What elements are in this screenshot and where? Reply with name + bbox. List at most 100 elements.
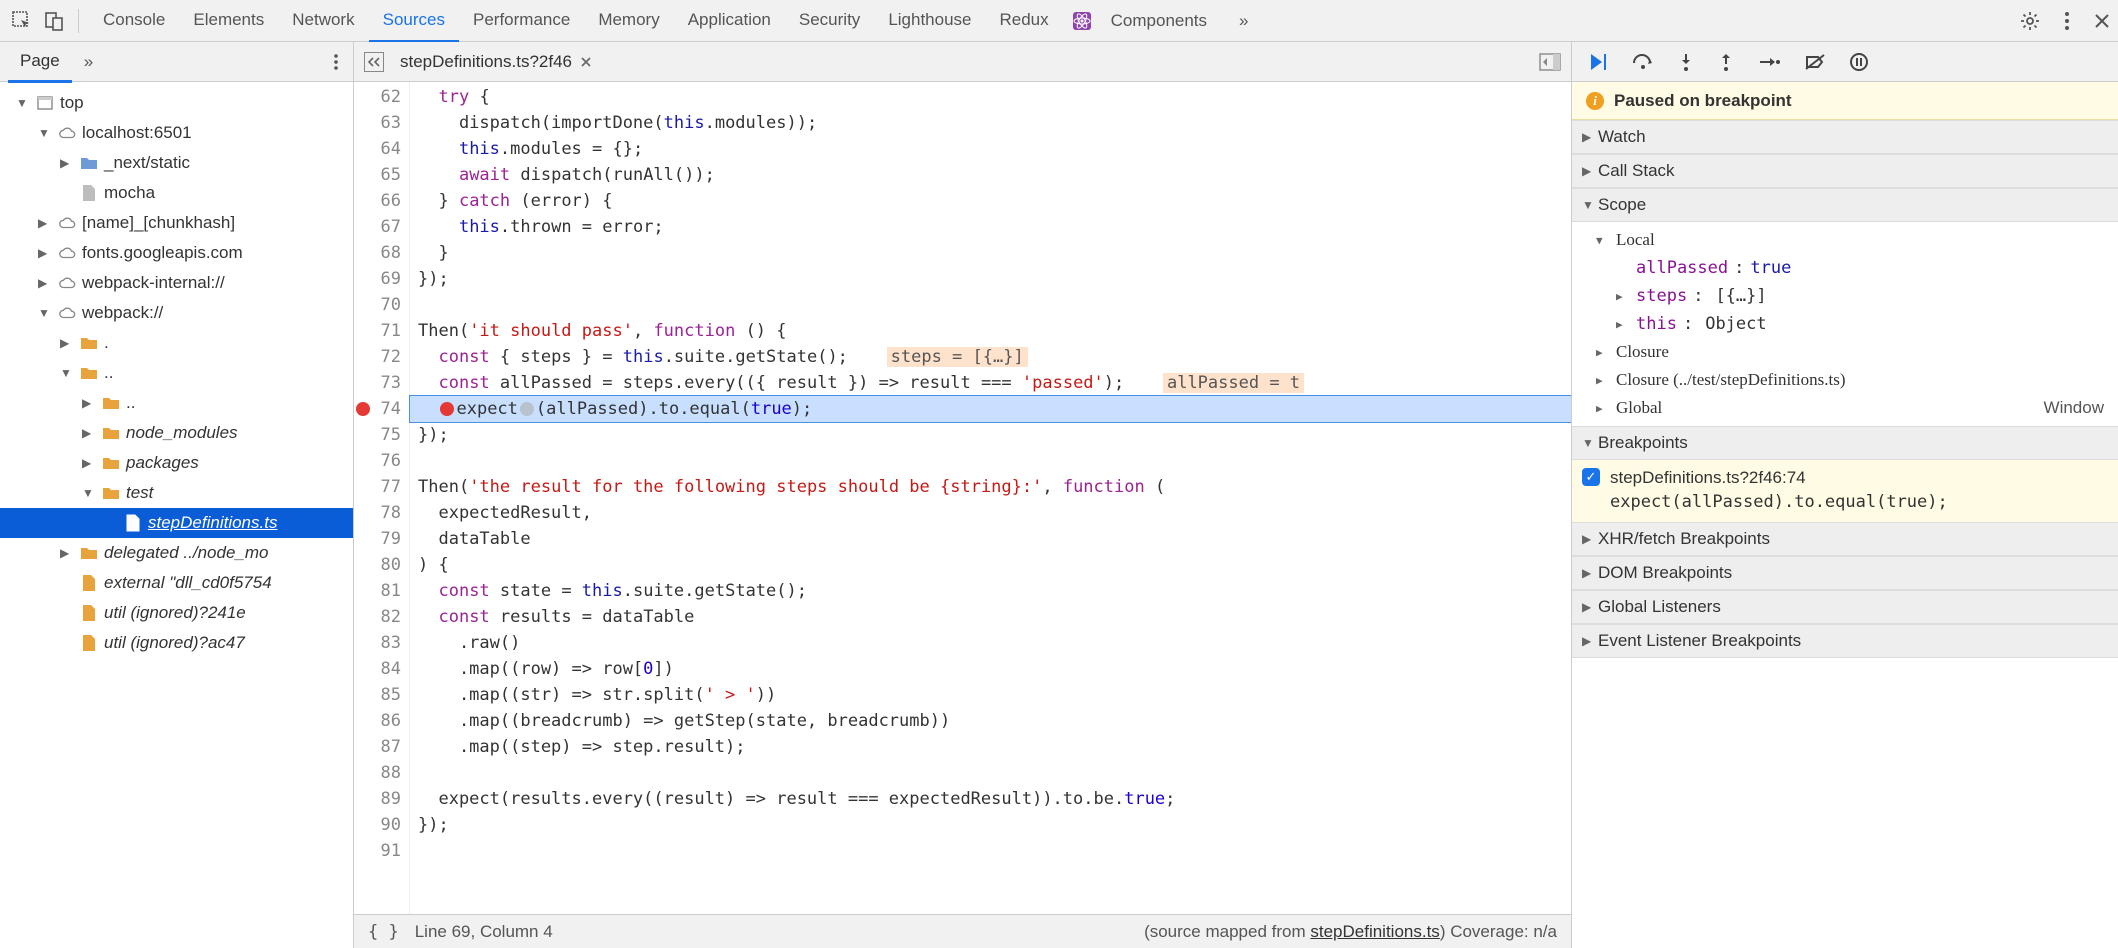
- step-icon[interactable]: [1758, 54, 1780, 70]
- expander-icon[interactable]: ▶: [82, 426, 96, 440]
- gutter[interactable]: 6263646566676869707172737475767778798081…: [354, 82, 410, 914]
- expander-icon[interactable]: ▼: [60, 366, 74, 380]
- code-line[interactable]: const results = dataTable: [410, 604, 1571, 630]
- code-area[interactable]: try { dispatch(importDone(this.modules))…: [410, 82, 1571, 914]
- code-line[interactable]: Then('it should pass', function () {: [410, 318, 1571, 344]
- code-line[interactable]: .map((breadcrumb) => getStep(state, brea…: [410, 708, 1571, 734]
- tree-item[interactable]: util (ignored)?ac47: [0, 628, 353, 658]
- code-line[interactable]: }: [410, 240, 1571, 266]
- code-line[interactable]: expect(results.every((result) => result …: [410, 786, 1571, 812]
- tree-item[interactable]: ▶packages: [0, 448, 353, 478]
- section-global-listeners[interactable]: ▶Global Listeners: [1572, 590, 2118, 624]
- tree-item[interactable]: mocha: [0, 178, 353, 208]
- code-line[interactable]: Then('the result for the following steps…: [410, 474, 1571, 500]
- tree-item[interactable]: ▼top: [0, 88, 353, 118]
- breakpoint-item[interactable]: ✓stepDefinitions.ts?2f46:74expect(allPas…: [1572, 460, 2118, 522]
- tree-item[interactable]: ▼test: [0, 478, 353, 508]
- code-line[interactable]: });: [410, 812, 1571, 838]
- tree-item[interactable]: ▶_next/static: [0, 148, 353, 178]
- tree-item[interactable]: ▶delegated ../node_mo: [0, 538, 353, 568]
- pretty-print-icon[interactable]: { }: [368, 922, 399, 942]
- code-line[interactable]: } catch (error) {: [410, 188, 1571, 214]
- breakpoint-marker[interactable]: [356, 402, 370, 416]
- step-out-icon[interactable]: [1718, 52, 1734, 72]
- expander-icon[interactable]: ▼: [38, 306, 52, 320]
- tab-elements[interactable]: Elements: [179, 0, 278, 43]
- expander-icon[interactable]: ▶: [38, 276, 52, 290]
- code-line[interactable]: [410, 760, 1571, 786]
- code-line[interactable]: .map((row) => row[0]): [410, 656, 1571, 682]
- code-line[interactable]: });: [410, 266, 1571, 292]
- settings-icon[interactable]: [2020, 11, 2040, 31]
- code-line[interactable]: .map((str) => str.split(' > ')): [410, 682, 1571, 708]
- kebab-menu-icon[interactable]: [2064, 11, 2070, 31]
- expander-icon[interactable]: ▶: [82, 456, 96, 470]
- breakpoint-checkbox[interactable]: ✓: [1582, 468, 1600, 486]
- code-line[interactable]: const allPassed = steps.every(({ result …: [410, 370, 1571, 396]
- section-breakpoints[interactable]: ▼Breakpoints: [1572, 426, 2118, 460]
- tree-item[interactable]: util (ignored)?241e: [0, 598, 353, 628]
- scope-variable[interactable]: ▶this: Object: [1616, 310, 2118, 338]
- navigator-menu-icon[interactable]: [327, 53, 345, 71]
- open-file-icon[interactable]: [364, 52, 384, 72]
- code-line[interactable]: [410, 838, 1571, 864]
- section-xhr[interactable]: ▶XHR/fetch Breakpoints: [1572, 522, 2118, 556]
- section-event-listener[interactable]: ▶Event Listener Breakpoints: [1572, 624, 2118, 658]
- scope-closure[interactable]: ▶Closure (../test/stepDefinitions.ts): [1596, 366, 2118, 394]
- tab-performance[interactable]: Performance: [459, 0, 584, 43]
- code-line[interactable]: try {: [410, 84, 1571, 110]
- scope-variable[interactable]: allPassed: true: [1616, 254, 2118, 282]
- expander-icon[interactable]: ▶: [60, 546, 74, 560]
- code-line[interactable]: this.thrown = error;: [410, 214, 1571, 240]
- expander-icon[interactable]: ▼: [82, 486, 96, 500]
- tree-item[interactable]: ▶..: [0, 388, 353, 418]
- code-line[interactable]: ) {: [410, 552, 1571, 578]
- toggle-navigator-icon[interactable]: [1539, 53, 1561, 71]
- section-scope[interactable]: ▼Scope: [1572, 188, 2118, 222]
- code-line[interactable]: .map((step) => step.result);: [410, 734, 1571, 760]
- code-line[interactable]: });: [410, 422, 1571, 448]
- expander-icon[interactable]: ▼: [16, 96, 30, 110]
- tree-item[interactable]: ▶fonts.googleapis.com: [0, 238, 353, 268]
- tree-item[interactable]: ▼localhost:6501: [0, 118, 353, 148]
- deactivate-breakpoints-icon[interactable]: [1804, 53, 1826, 71]
- section-dom[interactable]: ▶DOM Breakpoints: [1572, 556, 2118, 590]
- inspect-element-icon[interactable]: [8, 10, 36, 32]
- tab-security[interactable]: Security: [785, 0, 874, 43]
- code-line[interactable]: .raw(): [410, 630, 1571, 656]
- expander-icon[interactable]: ▶: [82, 396, 96, 410]
- expander-icon[interactable]: ▶: [60, 156, 74, 170]
- tree-item[interactable]: external "dll_cd0f5754: [0, 568, 353, 598]
- code-line[interactable]: [410, 448, 1571, 474]
- step-over-icon[interactable]: [1632, 53, 1654, 71]
- source-map-link[interactable]: stepDefinitions.ts: [1310, 922, 1439, 941]
- subtab-page[interactable]: Page: [8, 41, 72, 83]
- tree-item[interactable]: ▶.: [0, 328, 353, 358]
- tab-application[interactable]: Application: [674, 0, 785, 43]
- tab-lighthouse[interactable]: Lighthouse: [874, 0, 985, 43]
- section-callstack[interactable]: ▶Call Stack: [1572, 154, 2118, 188]
- tab-console[interactable]: Console: [89, 0, 179, 43]
- expander-icon[interactable]: ▶: [60, 336, 74, 350]
- scope-closure[interactable]: ▶Closure: [1596, 338, 2118, 366]
- tree-item[interactable]: ▶webpack-internal://: [0, 268, 353, 298]
- expander-icon[interactable]: ▼: [38, 126, 52, 140]
- step-into-icon[interactable]: [1678, 52, 1694, 72]
- editor-tab[interactable]: stepDefinitions.ts?2f46: [394, 52, 598, 72]
- subtab-overflow-icon[interactable]: »: [72, 42, 105, 81]
- code-line[interactable]: this.modules = {};: [410, 136, 1571, 162]
- code-line[interactable]: expect(allPassed).to.equal(true);: [410, 396, 1571, 422]
- pause-on-exceptions-icon[interactable]: [1850, 53, 1868, 71]
- close-tab-icon[interactable]: [580, 56, 592, 68]
- tree-item[interactable]: stepDefinitions.ts: [0, 508, 353, 538]
- device-toolbar-icon[interactable]: [40, 10, 68, 32]
- tree-item[interactable]: ▼webpack://: [0, 298, 353, 328]
- section-watch[interactable]: ▶Watch: [1572, 120, 2118, 154]
- tab-components[interactable]: Components: [1097, 0, 1221, 41]
- code-editor[interactable]: 6263646566676869707172737475767778798081…: [354, 82, 1571, 914]
- code-line[interactable]: [410, 292, 1571, 318]
- expander-icon[interactable]: ▶: [38, 246, 52, 260]
- tree-item[interactable]: ▶[name]_[chunkhash]: [0, 208, 353, 238]
- scope-local[interactable]: ▼Local: [1596, 226, 2118, 254]
- scope-variable[interactable]: ▶steps: [{…}]: [1616, 282, 2118, 310]
